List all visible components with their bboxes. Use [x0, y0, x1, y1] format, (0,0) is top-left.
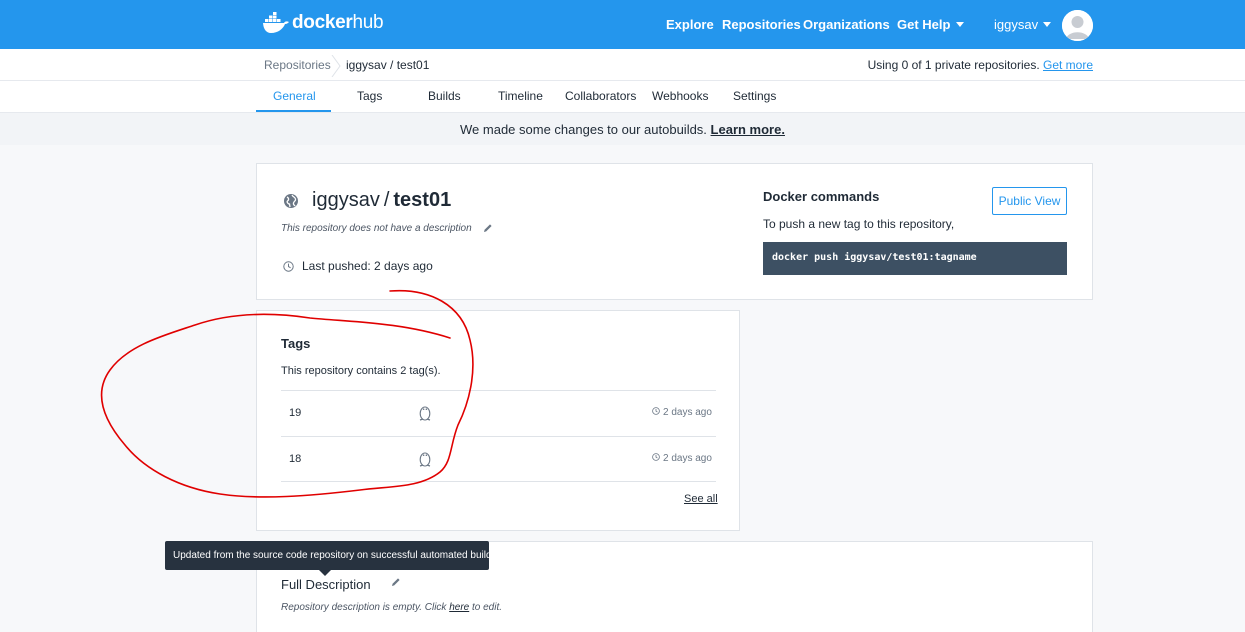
tag-age: 2 days ago	[663, 407, 712, 418]
get-more-link[interactable]: Get more	[1043, 58, 1093, 72]
breadcrumb-separator-icon	[331, 55, 341, 77]
docker-commands-title: Docker commands	[763, 189, 880, 204]
chevron-down-icon[interactable]	[956, 22, 964, 27]
repo-tabs: General Tags Builds Timeline Collaborato…	[0, 81, 1245, 113]
see-all-link[interactable]: See all	[684, 493, 718, 505]
globe-icon	[284, 193, 298, 208]
docker-hub-logo[interactable]: dockerhub	[262, 12, 384, 34]
docker-push-command[interactable]: docker push iggysav/test01:tagname	[763, 242, 1067, 275]
tag-name[interactable]: 18	[289, 453, 301, 465]
tag-row[interactable]: 18 2 days ago	[281, 436, 716, 482]
chevron-down-icon[interactable]	[1043, 22, 1051, 27]
nav-repositories[interactable]: Repositories	[722, 17, 801, 32]
linux-penguin-icon	[419, 452, 431, 467]
full-description-empty: Repository description is empty. Click h…	[281, 602, 502, 613]
learn-more-link[interactable]: Learn more.	[711, 122, 785, 137]
clock-icon	[652, 453, 660, 461]
tab-timeline[interactable]: Timeline	[498, 89, 543, 103]
nav-get-help[interactable]: Get Help	[897, 17, 950, 32]
repo-owner: iggysav	[312, 189, 380, 211]
tab-builds[interactable]: Builds	[428, 89, 461, 103]
breadcrumb: Repositories iggysav / test01 Using 0 of…	[0, 49, 1245, 81]
tag-row[interactable]: 19 2 days ago	[281, 390, 716, 436]
banner-text: We made some changes to our autobuilds.	[460, 122, 711, 137]
nav-organizations[interactable]: Organizations	[803, 17, 890, 32]
empty-prefix: Repository description is empty. Click	[281, 602, 450, 613]
autobuild-banner: We made some changes to our autobuilds. …	[0, 113, 1245, 145]
tab-tags[interactable]: Tags	[357, 89, 382, 103]
linux-penguin-icon	[419, 406, 431, 421]
tooltip-arrow	[319, 570, 331, 576]
tag-name[interactable]: 19	[289, 407, 301, 419]
active-tab-indicator	[256, 110, 331, 112]
breadcrumb-repositories[interactable]: Repositories	[264, 58, 331, 72]
automated-build-tooltip: Updated from the source code repository …	[165, 541, 494, 570]
tags-card: Tags This repository contains 2 tag(s). …	[256, 310, 740, 531]
usage-text: Using 0 of 1 private repositories.	[867, 58, 1043, 72]
pencil-icon[interactable]	[391, 577, 401, 587]
nav-explore[interactable]: Explore	[666, 17, 714, 32]
avatar-icon	[1062, 10, 1093, 41]
tags-title: Tags	[281, 336, 311, 351]
docker-whale-icon	[263, 12, 289, 33]
repo-description: This repository does not have a descript…	[281, 223, 472, 234]
repo-title: iggysav / test01	[283, 189, 451, 212]
brand-hub: hub	[352, 12, 384, 33]
private-repo-usage: Using 0 of 1 private repositories. Get m…	[868, 58, 1093, 72]
brand-docker: docker	[292, 12, 353, 33]
breadcrumb-current: iggysav / test01	[346, 58, 430, 72]
tag-age: 2 days ago	[663, 453, 712, 464]
tab-webhooks[interactable]: Webhooks	[652, 89, 708, 103]
public-view-button[interactable]: Public View	[992, 187, 1067, 215]
repo-name: test01	[393, 189, 452, 211]
nav-username[interactable]: iggysav	[994, 17, 1038, 32]
repo-info-card: iggysav / test01 This repository does not …	[256, 163, 1093, 300]
full-description-title: Full Description	[281, 577, 371, 592]
tags-count: This repository contains 2 tag(s).	[281, 365, 441, 377]
tab-collaborators[interactable]: Collaborators	[565, 89, 636, 103]
avatar[interactable]	[1062, 10, 1093, 41]
pencil-icon[interactable]	[483, 223, 493, 233]
repo-slash: /	[383, 189, 390, 211]
tab-settings[interactable]: Settings	[733, 89, 776, 103]
docker-commands-subtitle: To push a new tag to this repository,	[763, 217, 955, 231]
divider	[281, 481, 716, 482]
clock-icon	[283, 260, 294, 272]
top-navbar: dockerhub Explore Repositories Organizat…	[0, 0, 1245, 49]
edit-here-link[interactable]: here	[449, 602, 469, 613]
tab-general[interactable]: General	[273, 89, 316, 103]
clock-icon	[652, 407, 660, 415]
last-pushed-text: Last pushed: 2 days ago	[302, 259, 433, 273]
last-pushed: Last pushed: 2 days ago	[283, 259, 433, 273]
empty-suffix: to edit.	[469, 602, 503, 613]
